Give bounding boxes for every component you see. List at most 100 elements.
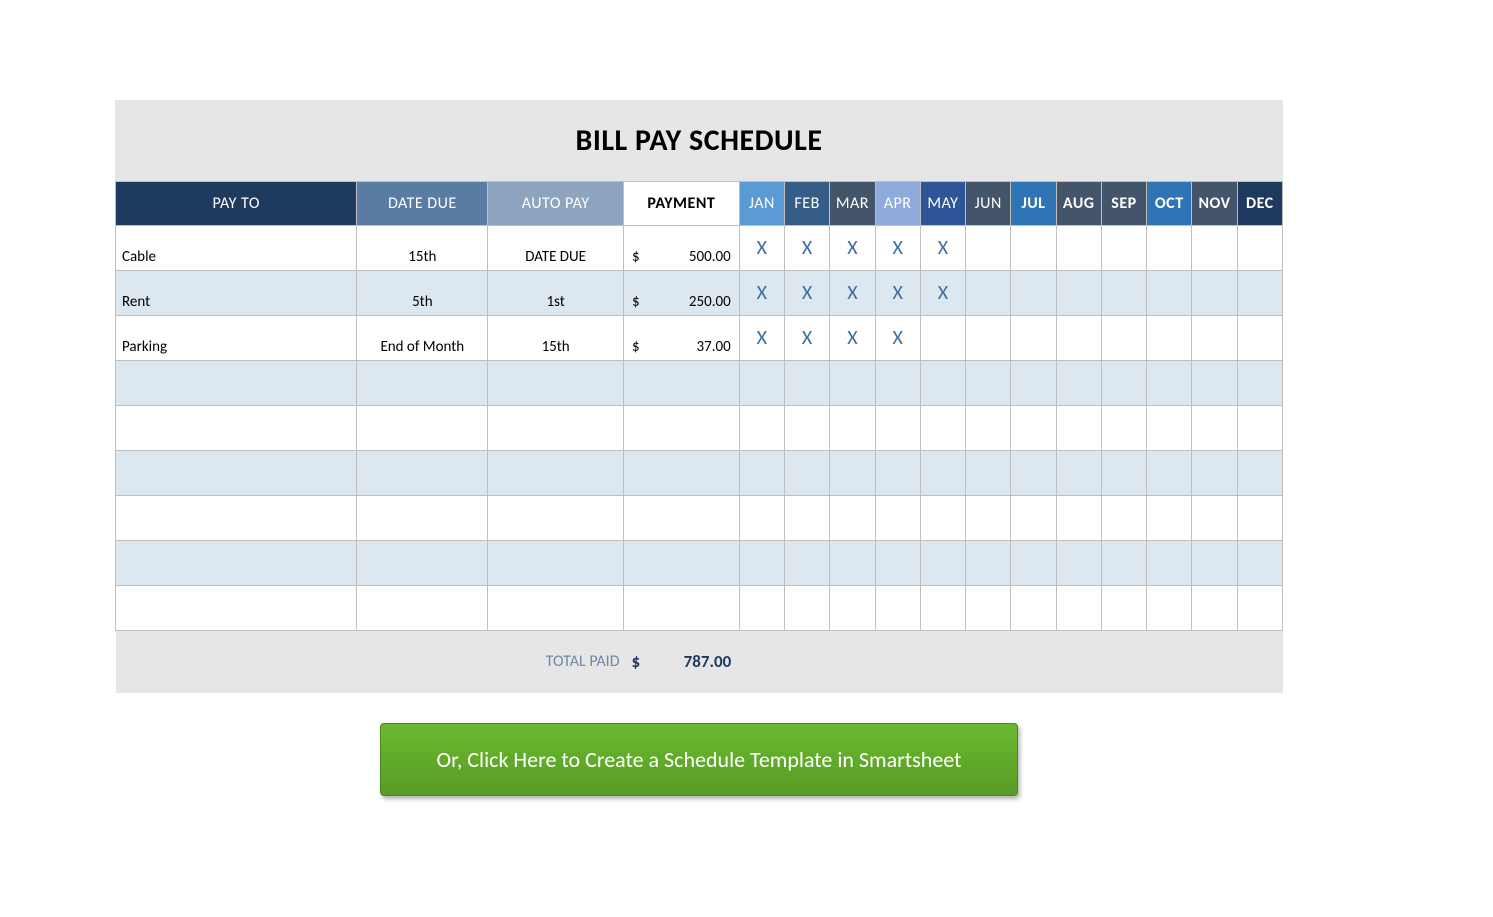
cell-payto[interactable]: Parking xyxy=(116,316,357,361)
cell-month-mark[interactable] xyxy=(966,451,1011,496)
cell-month-mark[interactable]: X xyxy=(920,271,965,316)
cell-payto[interactable] xyxy=(116,496,357,541)
cell-month-mark[interactable]: X xyxy=(875,271,920,316)
cell-month-mark[interactable] xyxy=(1192,586,1237,631)
cell-month-mark[interactable] xyxy=(830,586,875,631)
cell-month-mark[interactable]: X xyxy=(920,226,965,271)
cell-month-mark[interactable] xyxy=(966,316,1011,361)
cell-month-mark[interactable] xyxy=(1011,361,1056,406)
cell-month-mark[interactable] xyxy=(1056,226,1101,271)
cell-month-mark[interactable] xyxy=(1011,496,1056,541)
cell-month-mark[interactable] xyxy=(1056,316,1101,361)
cell-month-mark[interactable] xyxy=(920,586,965,631)
cell-month-mark[interactable] xyxy=(1237,541,1282,586)
cell-month-mark[interactable] xyxy=(1147,541,1192,586)
cell-month-mark[interactable] xyxy=(784,451,829,496)
cell-month-mark[interactable] xyxy=(739,451,784,496)
cell-month-mark[interactable] xyxy=(1101,586,1146,631)
cell-month-mark[interactable]: X xyxy=(830,226,875,271)
cell-month-mark[interactable] xyxy=(1056,541,1101,586)
cell-payto[interactable]: Rent xyxy=(116,271,357,316)
cell-month-mark[interactable] xyxy=(1056,271,1101,316)
cell-month-mark[interactable] xyxy=(1101,271,1146,316)
cell-payment[interactable] xyxy=(624,406,740,451)
cell-month-mark[interactable] xyxy=(739,406,784,451)
cell-payment[interactable]: $37.00 xyxy=(624,316,740,361)
cell-month-mark[interactable] xyxy=(1237,271,1282,316)
cell-month-mark[interactable] xyxy=(830,361,875,406)
cell-month-mark[interactable] xyxy=(1147,226,1192,271)
cell-month-mark[interactable] xyxy=(875,361,920,406)
cell-month-mark[interactable] xyxy=(830,451,875,496)
cell-payto[interactable] xyxy=(116,541,357,586)
cell-month-mark[interactable] xyxy=(1147,586,1192,631)
cell-auto-pay[interactable] xyxy=(488,361,624,406)
cell-month-mark[interactable]: X xyxy=(784,316,829,361)
cell-month-mark[interactable] xyxy=(1237,316,1282,361)
cell-payto[interactable] xyxy=(116,586,357,631)
cell-month-mark[interactable] xyxy=(1147,406,1192,451)
cell-month-mark[interactable] xyxy=(739,361,784,406)
cell-month-mark[interactable] xyxy=(1011,451,1056,496)
cell-month-mark[interactable]: X xyxy=(830,271,875,316)
cell-month-mark[interactable] xyxy=(1101,226,1146,271)
cell-month-mark[interactable]: X xyxy=(875,226,920,271)
cell-date-due[interactable] xyxy=(357,496,488,541)
cell-month-mark[interactable] xyxy=(875,496,920,541)
cell-month-mark[interactable] xyxy=(830,496,875,541)
cell-auto-pay[interactable]: 1st xyxy=(488,271,624,316)
cell-month-mark[interactable] xyxy=(1056,496,1101,541)
cell-auto-pay[interactable]: 15th xyxy=(488,316,624,361)
cell-month-mark[interactable] xyxy=(966,226,1011,271)
cell-payment[interactable] xyxy=(624,541,740,586)
cell-month-mark[interactable] xyxy=(920,496,965,541)
cell-month-mark[interactable] xyxy=(1237,451,1282,496)
cell-month-mark[interactable] xyxy=(784,406,829,451)
cell-month-mark[interactable] xyxy=(1192,496,1237,541)
cell-auto-pay[interactable] xyxy=(488,586,624,631)
cell-auto-pay[interactable] xyxy=(488,451,624,496)
cell-month-mark[interactable] xyxy=(1237,226,1282,271)
cell-payto[interactable] xyxy=(116,406,357,451)
cell-month-mark[interactable] xyxy=(784,361,829,406)
cell-date-due[interactable]: 5th xyxy=(357,271,488,316)
cell-date-due[interactable] xyxy=(357,406,488,451)
cell-month-mark[interactable] xyxy=(830,406,875,451)
cell-payto[interactable]: Cable xyxy=(116,226,357,271)
cell-month-mark[interactable] xyxy=(1011,406,1056,451)
cell-month-mark[interactable] xyxy=(1056,406,1101,451)
cell-auto-pay[interactable] xyxy=(488,406,624,451)
cell-month-mark[interactable] xyxy=(920,451,965,496)
cell-month-mark[interactable] xyxy=(1192,316,1237,361)
cell-month-mark[interactable] xyxy=(784,541,829,586)
cell-date-due[interactable]: End of Month xyxy=(357,316,488,361)
cell-month-mark[interactable] xyxy=(1147,316,1192,361)
cell-month-mark[interactable] xyxy=(1101,406,1146,451)
cell-date-due[interactable]: 15th xyxy=(357,226,488,271)
cell-month-mark[interactable] xyxy=(966,271,1011,316)
cell-month-mark[interactable] xyxy=(1237,361,1282,406)
cell-month-mark[interactable] xyxy=(739,541,784,586)
cell-month-mark[interactable] xyxy=(966,586,1011,631)
cell-date-due[interactable] xyxy=(357,361,488,406)
cell-month-mark[interactable] xyxy=(830,541,875,586)
cell-month-mark[interactable] xyxy=(1056,451,1101,496)
cell-month-mark[interactable] xyxy=(1011,586,1056,631)
cell-month-mark[interactable] xyxy=(1192,271,1237,316)
cell-month-mark[interactable] xyxy=(966,541,1011,586)
cell-month-mark[interactable] xyxy=(920,406,965,451)
cell-month-mark[interactable] xyxy=(1101,496,1146,541)
cell-month-mark[interactable]: X xyxy=(784,226,829,271)
cell-month-mark[interactable]: X xyxy=(830,316,875,361)
cell-month-mark[interactable] xyxy=(920,541,965,586)
cell-month-mark[interactable] xyxy=(1101,541,1146,586)
cell-month-mark[interactable] xyxy=(1011,316,1056,361)
cell-month-mark[interactable] xyxy=(1101,361,1146,406)
cell-month-mark[interactable] xyxy=(966,496,1011,541)
cell-month-mark[interactable] xyxy=(784,586,829,631)
cell-month-mark[interactable] xyxy=(966,406,1011,451)
cell-month-mark[interactable] xyxy=(1011,271,1056,316)
cell-month-mark[interactable] xyxy=(875,451,920,496)
cell-payment[interactable] xyxy=(624,586,740,631)
cell-auto-pay[interactable]: DATE DUE xyxy=(488,226,624,271)
